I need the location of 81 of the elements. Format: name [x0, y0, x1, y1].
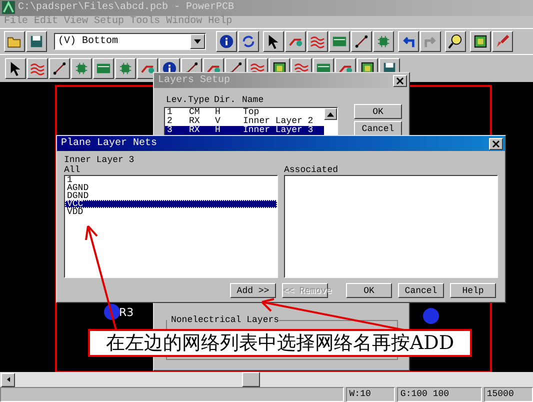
- left-arrow-icon: [4, 377, 12, 382]
- window-title: C:\padsper\Files\abcd.pcb - PowerPCB: [18, 2, 234, 14]
- close-icon: [396, 76, 404, 84]
- chip-icon: [118, 60, 133, 76]
- brush-icon: [495, 34, 510, 49]
- column-header: Lev.: [166, 95, 188, 105]
- column-header: Name: [242, 95, 265, 105]
- refresh-icon: [241, 34, 256, 49]
- net-item[interactable]: VDD: [65, 208, 277, 216]
- status-text: W:10: [346, 387, 396, 402]
- toolbar-button[interactable]: [492, 30, 513, 52]
- annotation-callout: 在左边的网络列表中选择网络名再按ADD: [88, 329, 472, 357]
- dialog-button[interactable]: OK: [354, 104, 402, 119]
- toolbar-button[interactable]: [373, 30, 394, 52]
- toolbar-button[interactable]: [263, 30, 284, 52]
- zoom-icon: [448, 34, 463, 49]
- layer-row[interactable]: 3 RX H Inner Layer 3: [165, 126, 324, 135]
- close-icon: [492, 140, 500, 148]
- toolbar-button[interactable]: [307, 30, 328, 52]
- status-text: G:100 100: [397, 387, 482, 402]
- list-label: Associated: [284, 165, 340, 175]
- column-header: Dir.: [214, 95, 237, 105]
- info-icon: [219, 34, 234, 49]
- toolbar-button[interactable]: [351, 30, 372, 52]
- dropdown-button[interactable]: [190, 34, 205, 49]
- dialog-button[interactable]: Cancel: [354, 121, 402, 136]
- layer-dropdown[interactable]: (V) Bottom: [54, 32, 206, 50]
- toolbar-button[interactable]: [4, 30, 25, 52]
- layer-list[interactable]: 1 CM H Top 2 RX V Inner Layer 2 3 RX H Inner Layer 3: [164, 107, 338, 138]
- scroll-left-button[interactable]: [1, 372, 15, 387]
- dialog-button[interactable]: OK: [346, 283, 392, 298]
- net-item[interactable]: AGND: [65, 184, 277, 192]
- line-icon: [354, 34, 369, 49]
- wave-icon: [310, 34, 325, 49]
- layer-name-label: Inner Layer 3: [64, 155, 136, 165]
- dialog-button[interactable]: Cancel: [398, 283, 444, 298]
- pointer-icon: [8, 60, 23, 76]
- toolbar-button[interactable]: [5, 58, 26, 79]
- net-item[interactable]: DGND: [65, 192, 277, 200]
- app-logo-icon: [2, 1, 15, 14]
- pointer-icon: [266, 34, 281, 49]
- toolbar-button[interactable]: [115, 58, 136, 79]
- toolbar-button[interactable]: [238, 30, 259, 52]
- caret-icon: [194, 38, 201, 44]
- scroll-thumb[interactable]: [242, 372, 260, 388]
- toolbar-button[interactable]: [470, 30, 491, 52]
- toolbar-button[interactable]: [27, 58, 48, 79]
- toolbar-button[interactable]: [445, 30, 466, 52]
- layer-row[interactable]: 2 RX V Inner Layer 2: [165, 117, 324, 126]
- line-icon: [52, 60, 67, 76]
- wave-icon: [30, 60, 45, 76]
- column-header: Type: [188, 95, 211, 105]
- dialog-button[interactable]: Add >>: [230, 283, 276, 298]
- chip-icon: [376, 34, 391, 49]
- close-button[interactable]: [489, 138, 503, 150]
- component-label: R3: [119, 306, 134, 319]
- toolbar-button[interactable]: [49, 58, 70, 79]
- toolbar-button[interactable]: [216, 30, 237, 52]
- toolbar-button[interactable]: [285, 30, 306, 52]
- dropdown-value: (V) Bottom: [57, 36, 120, 47]
- horizontal-scrollbar[interactable]: [0, 372, 533, 388]
- board-icon: [473, 34, 488, 49]
- toolbar-button[interactable]: [93, 58, 114, 79]
- list-label: All: [64, 165, 82, 175]
- toolbar-button[interactable]: [71, 58, 92, 79]
- toolbar-button[interactable]: [137, 58, 158, 79]
- toolbar-button[interactable]: [420, 30, 441, 52]
- toolbar-button[interactable]: [398, 30, 419, 52]
- pad: [423, 308, 439, 324]
- group-label: Nonelectrical Layers: [167, 315, 280, 325]
- toolbar-button[interactable]: [26, 30, 47, 52]
- net-item[interactable]: 1: [65, 176, 277, 184]
- chip-icon: [74, 60, 89, 76]
- dialog-title: Layers Setup: [158, 75, 230, 86]
- dialog-title: Plane Layer Nets: [61, 138, 158, 149]
- dialog-button[interactable]: Help: [450, 283, 496, 298]
- toolbar-button[interactable]: [329, 30, 350, 52]
- layer-row[interactable]: 1 CM H Top: [165, 108, 324, 117]
- up-arrow-icon: [327, 112, 334, 116]
- status-text: 15000: [484, 387, 533, 402]
- scroll-up-button[interactable]: [324, 108, 337, 120]
